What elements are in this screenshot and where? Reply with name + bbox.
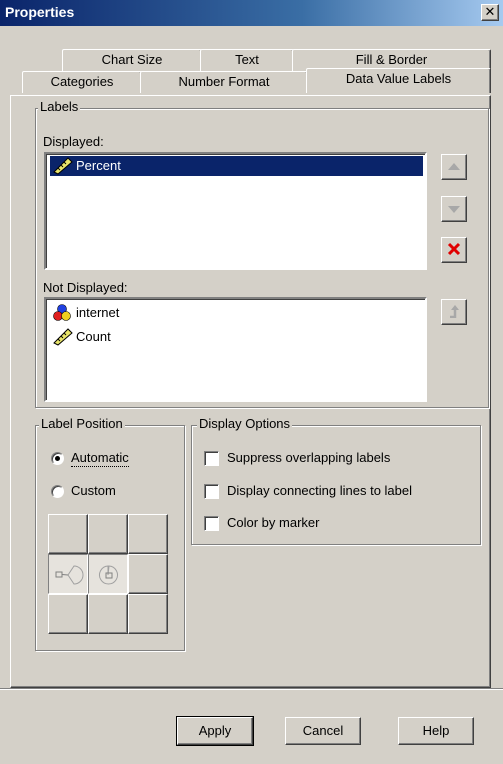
list-item-label: internet	[76, 305, 120, 320]
tab-chart-size[interactable]: Chart Size	[62, 49, 202, 71]
add-to-displayed-button[interactable]	[441, 299, 467, 325]
red-x-icon	[447, 242, 461, 259]
position-cell	[88, 594, 128, 634]
tab-label: Text	[235, 52, 259, 67]
arrow-down-icon	[447, 202, 461, 217]
position-cell	[128, 594, 168, 634]
move-down-button[interactable]	[441, 196, 467, 222]
pie-label-center-icon	[96, 563, 122, 590]
close-icon: ✕	[484, 4, 496, 19]
position-cell	[48, 514, 88, 554]
tab-number-format[interactable]: Number Format	[140, 71, 308, 93]
labels-group-title: Labels	[38, 99, 81, 114]
footer-divider	[0, 688, 503, 690]
window-title: Properties	[5, 4, 75, 20]
position-cell	[128, 554, 168, 594]
position-cell	[88, 514, 128, 554]
tab-categories[interactable]: Categories	[22, 71, 142, 93]
label-position-title: Label Position	[39, 416, 125, 431]
title-bar: Properties ✕	[0, 0, 503, 26]
list-item[interactable]: Count	[50, 327, 111, 347]
position-cell-left	[48, 554, 88, 594]
tab-label: Categories	[50, 74, 114, 89]
pie-label-left-icon	[54, 563, 84, 590]
not-displayed-label: Not Displayed:	[43, 280, 128, 295]
suppress-overlapping-label[interactable]: Suppress overlapping labels	[227, 450, 390, 466]
tab-panel: Labels Displayed: Percent Not Displayed:…	[10, 95, 491, 688]
display-options-title: Display Options	[197, 416, 293, 431]
suppress-overlapping-checkbox[interactable]	[204, 451, 219, 466]
not-displayed-listbox[interactable]: internet Count	[44, 297, 427, 402]
position-cell	[128, 514, 168, 554]
ruler-scale-icon	[53, 157, 73, 181]
cancel-button[interactable]: Cancel	[285, 717, 361, 745]
tab-label: Number Format	[178, 74, 270, 89]
list-item[interactable]: internet	[50, 303, 119, 323]
connecting-lines-label[interactable]: Display connecting lines to label	[227, 483, 412, 499]
list-item-label: Percent	[76, 158, 121, 173]
color-by-marker-checkbox[interactable]	[204, 516, 219, 531]
tab-text[interactable]: Text	[200, 49, 294, 71]
tab-label: Chart Size	[101, 52, 163, 67]
remove-button[interactable]	[441, 237, 467, 263]
close-button[interactable]: ✕	[481, 4, 499, 21]
category-circles-icon	[53, 304, 73, 328]
position-cell	[48, 594, 88, 634]
arrow-up-icon	[447, 160, 461, 175]
connecting-lines-checkbox[interactable]	[204, 484, 219, 499]
color-by-marker-label[interactable]: Color by marker	[227, 515, 319, 531]
list-item-label: Count	[76, 329, 111, 344]
help-button[interactable]: Help	[398, 717, 474, 745]
automatic-radio-label[interactable]: Automatic	[71, 450, 129, 467]
ruler-scale-icon	[53, 328, 73, 352]
displayed-label: Displayed:	[43, 134, 104, 149]
displayed-listbox[interactable]: Percent	[44, 152, 427, 270]
list-item[interactable]: Percent	[50, 156, 423, 176]
tab-label: Data Value Labels	[345, 71, 452, 86]
move-up-button[interactable]	[441, 154, 467, 180]
custom-radio[interactable]	[51, 485, 64, 498]
tab-data-value-labels[interactable]: Data Value Labels	[306, 68, 491, 93]
position-cell-center	[88, 554, 128, 594]
bent-up-arrow-icon	[447, 304, 461, 321]
tab-label: Fill & Border	[355, 52, 428, 67]
apply-button[interactable]: Apply	[176, 716, 254, 746]
automatic-radio[interactable]	[51, 452, 64, 465]
custom-radio-label[interactable]: Custom	[71, 483, 116, 499]
